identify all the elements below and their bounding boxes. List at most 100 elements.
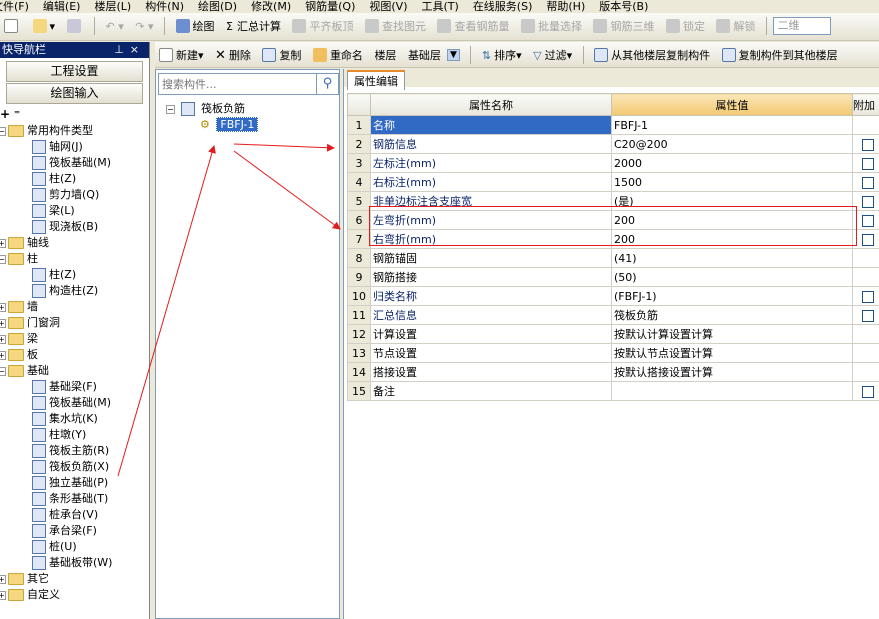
property-value[interactable]: 2000: [611, 153, 853, 173]
property-value[interactable]: (50): [611, 267, 853, 287]
search-icon[interactable]: ⚲: [316, 74, 338, 94]
new-file-button[interactable]: [0, 13, 25, 39]
property-value[interactable]: 按默认搭接设置计算: [611, 362, 853, 382]
property-value[interactable]: 1500: [611, 172, 853, 192]
tree-item[interactable]: 柱(Z): [0, 171, 149, 187]
delete-button[interactable]: ✕ 删除: [211, 42, 255, 67]
tree-item[interactable]: 筏板主筋(R): [0, 443, 149, 459]
expand-toggle-icon[interactable]: +: [0, 302, 6, 312]
property-row[interactable]: 5 非单边标注含支座宽 (是): [347, 191, 879, 211]
collapse-toggle-icon[interactable]: −: [0, 254, 6, 264]
tree-item[interactable]: 构造柱(Z): [0, 283, 149, 299]
menu-item[interactable]: 文件(F): [0, 1, 29, 12]
additional-checkbox[interactable]: [862, 290, 874, 303]
expand-toggle-icon[interactable]: +: [0, 318, 6, 328]
flush-top-button[interactable]: 平齐板顶: [288, 13, 357, 39]
property-row[interactable]: 2 钢筋信息 C20@200: [347, 134, 879, 154]
tree-item[interactable]: 集水坑(K): [0, 411, 149, 427]
tree-item[interactable]: 柱墩(Y): [0, 427, 149, 443]
tree-folder[interactable]: + 其它: [0, 571, 149, 587]
tree-item[interactable]: 桩(U): [0, 539, 149, 555]
property-value[interactable]: 200: [611, 229, 853, 249]
additional-checkbox[interactable]: [862, 233, 874, 246]
unlock-button[interactable]: 解锁: [712, 13, 759, 39]
component-tree-root[interactable]: − 筏板负筋: [166, 101, 245, 117]
copy-to-other-floor-button[interactable]: 复制构件到其他楼层: [718, 42, 842, 67]
header-additional[interactable]: 附加: [852, 93, 879, 116]
expand-toggle-icon[interactable]: +: [0, 590, 6, 600]
search-input[interactable]: [159, 74, 314, 94]
additional-checkbox[interactable]: [862, 195, 874, 208]
tree-folder[interactable]: + 墙: [0, 299, 149, 315]
menu-item[interactable]: 帮助(H): [546, 1, 585, 12]
property-value[interactable]: [611, 381, 853, 401]
tree-folder[interactable]: + 轴线: [0, 235, 149, 251]
property-value[interactable]: 按默认节点设置计算: [611, 343, 853, 363]
tree-item[interactable]: 桩承台(V): [0, 507, 149, 523]
dropdown-arrow-icon[interactable]: ▼: [446, 49, 460, 61]
rename-button[interactable]: 重命名: [309, 42, 367, 67]
header-property-value[interactable]: 属性值: [611, 93, 853, 116]
tree-folder[interactable]: − 基础: [0, 363, 149, 379]
tree-item[interactable]: 筏板基础(M): [0, 155, 149, 171]
additional-checkbox[interactable]: [862, 309, 874, 322]
tree-item[interactable]: 现浇板(B): [0, 219, 149, 235]
property-row[interactable]: 4 右标注(mm) 1500: [347, 172, 879, 192]
tree-item[interactable]: 梁(L): [0, 203, 149, 219]
tree-item[interactable]: 柱(Z): [0, 267, 149, 283]
collapse-toggle-icon[interactable]: −: [166, 104, 175, 114]
undo-button[interactable]: ↶ ▾: [102, 13, 128, 39]
property-row[interactable]: 6 左弯折(mm) 200: [347, 210, 879, 230]
menu-item[interactable]: 版本号(B): [599, 1, 648, 12]
additional-checkbox[interactable]: [862, 214, 874, 227]
tree-folder[interactable]: + 梁: [0, 331, 149, 347]
menu-item[interactable]: 编辑(E): [43, 1, 81, 12]
property-value[interactable]: 200: [611, 210, 853, 230]
property-value[interactable]: C20@200: [611, 134, 853, 154]
copy-from-other-floor-button[interactable]: 从其他楼层复制构件: [590, 42, 714, 67]
tree-item[interactable]: 独立基础(P): [0, 475, 149, 491]
tree-item[interactable]: 基础梁(F): [0, 379, 149, 395]
menu-item[interactable]: 绘图(D): [198, 1, 237, 12]
add-icon[interactable]: +: [0, 107, 10, 121]
floor-select[interactable]: 基础层 ▼: [404, 42, 464, 67]
project-settings-button[interactable]: 工程设置: [6, 61, 143, 82]
pin-close-icons[interactable]: ⊥×: [114, 42, 149, 58]
additional-checkbox[interactable]: [862, 385, 874, 398]
redo-button[interactable]: ↷ ▾: [131, 13, 157, 39]
tree-folder[interactable]: − 常用构件类型: [0, 123, 149, 139]
expand-toggle-icon[interactable]: +: [0, 334, 6, 344]
property-row[interactable]: 8 钢筋锚固 (41): [347, 248, 879, 268]
open-file-button[interactable]: ▾: [29, 13, 60, 39]
expand-toggle-icon[interactable]: +: [0, 350, 6, 360]
view-rebar-button[interactable]: 查看钢筋量: [433, 13, 513, 39]
property-value[interactable]: (FBFJ-1): [611, 286, 853, 306]
additional-checkbox[interactable]: [862, 157, 874, 170]
property-value[interactable]: 按默认计算设置计算: [611, 324, 853, 344]
menu-item[interactable]: 在线服务(S): [473, 1, 533, 12]
additional-checkbox[interactable]: [862, 176, 874, 189]
property-row[interactable]: 15 备注: [347, 381, 879, 401]
tree-item[interactable]: 基础板带(W): [0, 555, 149, 571]
tree-folder[interactable]: + 板: [0, 347, 149, 363]
tree-folder[interactable]: + 自定义: [0, 587, 149, 603]
menu-item[interactable]: 工具(T): [422, 1, 459, 12]
tree-item[interactable]: 筏板基础(M): [0, 395, 149, 411]
property-row[interactable]: 10 归类名称 (FBFJ-1): [347, 286, 879, 306]
filter-button[interactable]: ▽ 过滤 ▾: [529, 42, 576, 67]
property-row[interactable]: 9 钢筋搭接 (50): [347, 267, 879, 287]
menu-item[interactable]: 构件(N): [145, 1, 184, 12]
property-value[interactable]: (是): [611, 191, 853, 211]
copy-button[interactable]: 复制: [258, 42, 305, 67]
header-property-name[interactable]: 属性名称: [370, 93, 612, 116]
tree-item[interactable]: 条形基础(T): [0, 491, 149, 507]
property-row[interactable]: 14 搭接设置 按默认搭接设置计算: [347, 362, 879, 382]
tree-item[interactable]: 承台梁(F): [0, 523, 149, 539]
sort-button[interactable]: ⇅ 排序 ▾: [478, 42, 526, 67]
collapse-toggle-icon[interactable]: −: [0, 126, 6, 136]
menu-item[interactable]: 钢筋量(Q): [305, 1, 355, 12]
new-component-button[interactable]: 新建 ▾: [155, 42, 208, 67]
expand-toggle-icon[interactable]: +: [0, 574, 6, 584]
expand-toggle-icon[interactable]: +: [0, 238, 6, 248]
tree-folder[interactable]: + 门窗洞: [0, 315, 149, 331]
